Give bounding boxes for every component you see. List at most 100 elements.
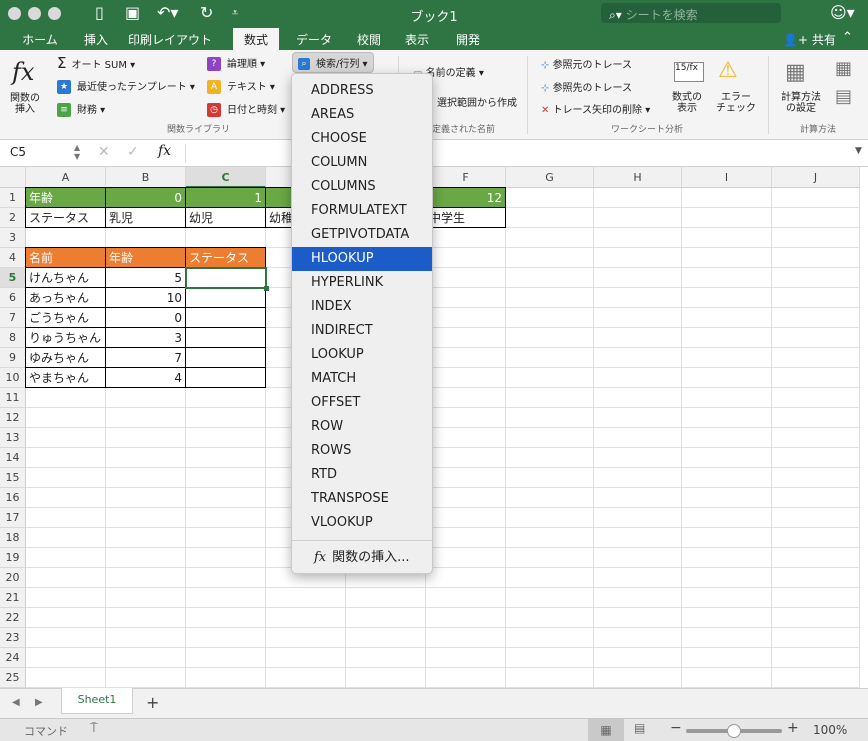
cell-F15[interactable] bbox=[426, 468, 506, 488]
cell-F22[interactable] bbox=[426, 608, 506, 628]
cell-C19[interactable] bbox=[186, 548, 266, 568]
cell-F12[interactable] bbox=[426, 408, 506, 428]
cell-I20[interactable] bbox=[682, 568, 772, 588]
cell-A17[interactable] bbox=[26, 508, 106, 528]
cell-F1[interactable]: 12 bbox=[425, 187, 506, 208]
cell-J13[interactable] bbox=[772, 428, 860, 448]
ribbon-tab-6[interactable]: 表示 bbox=[395, 28, 439, 50]
expand-formula-icon[interactable]: ▼ bbox=[855, 146, 862, 156]
cell-I19[interactable] bbox=[682, 548, 772, 568]
cell-I17[interactable] bbox=[682, 508, 772, 528]
cell-J15[interactable] bbox=[772, 468, 860, 488]
zoom-slider[interactable] bbox=[686, 724, 782, 738]
cell-F13[interactable] bbox=[426, 428, 506, 448]
row-header-2[interactable]: 2 bbox=[0, 208, 26, 228]
cell-H10[interactable] bbox=[594, 368, 682, 388]
cell-B16[interactable] bbox=[106, 488, 186, 508]
cell-C7[interactable] bbox=[185, 307, 266, 328]
cell-F4[interactable] bbox=[426, 248, 506, 268]
cell-J16[interactable] bbox=[772, 488, 860, 508]
cell-J6[interactable] bbox=[772, 288, 860, 308]
cell-B11[interactable] bbox=[106, 388, 186, 408]
cell-G6[interactable] bbox=[506, 288, 594, 308]
zoom-in-button[interactable]: + bbox=[787, 720, 799, 736]
cell-B25[interactable] bbox=[106, 668, 186, 688]
lookup-reference-button[interactable]: ⌕ 検索/行列 ▾ bbox=[292, 52, 374, 73]
cell-F24[interactable] bbox=[426, 648, 506, 668]
cell-I16[interactable] bbox=[682, 488, 772, 508]
cell-H22[interactable] bbox=[594, 608, 682, 628]
menu-item-transpose[interactable]: TRANSPOSE bbox=[292, 487, 432, 511]
cell-I24[interactable] bbox=[682, 648, 772, 668]
calc-options-button[interactable]: 計算方法 の設定 bbox=[781, 92, 821, 114]
row-header-7[interactable]: 7 bbox=[0, 308, 26, 328]
name-box[interactable]: C5 ▲ ▼ bbox=[4, 143, 84, 163]
cell-H11[interactable] bbox=[594, 388, 682, 408]
cell-A1[interactable]: 年齢 bbox=[25, 187, 106, 208]
menu-item-rows[interactable]: ROWS bbox=[292, 439, 432, 463]
remove-arrows-button[interactable]: ✕ トレース矢印の削除 ▾ bbox=[541, 101, 650, 116]
cell-B20[interactable] bbox=[106, 568, 186, 588]
cell-D22[interactable] bbox=[266, 608, 346, 628]
cell-B19[interactable] bbox=[106, 548, 186, 568]
cell-J21[interactable] bbox=[772, 588, 860, 608]
cell-A3[interactable] bbox=[26, 228, 106, 248]
cell-G14[interactable] bbox=[506, 448, 594, 468]
cell-G8[interactable] bbox=[506, 328, 594, 348]
cell-I12[interactable] bbox=[682, 408, 772, 428]
menu-item-index[interactable]: INDEX bbox=[292, 295, 432, 319]
cell-F9[interactable] bbox=[426, 348, 506, 368]
cell-H14[interactable] bbox=[594, 448, 682, 468]
cell-A23[interactable] bbox=[26, 628, 106, 648]
cell-A6[interactable]: あっちゃん bbox=[25, 287, 106, 308]
cell-B4[interactable]: 年齢 bbox=[105, 247, 186, 268]
cell-C23[interactable] bbox=[186, 628, 266, 648]
row-header-23[interactable]: 23 bbox=[0, 628, 26, 648]
cell-J23[interactable] bbox=[772, 628, 860, 648]
cell-C4[interactable]: ステータス bbox=[185, 247, 266, 268]
cell-I15[interactable] bbox=[682, 468, 772, 488]
cell-C20[interactable] bbox=[186, 568, 266, 588]
menu-item-indirect[interactable]: INDIRECT bbox=[292, 319, 432, 343]
cell-J1[interactable] bbox=[772, 188, 860, 208]
menu-item-address[interactable]: ADDRESS bbox=[292, 79, 432, 103]
cell-G20[interactable] bbox=[506, 568, 594, 588]
cell-A15[interactable] bbox=[26, 468, 106, 488]
cell-I11[interactable] bbox=[682, 388, 772, 408]
cell-I13[interactable] bbox=[682, 428, 772, 448]
cell-J8[interactable] bbox=[772, 328, 860, 348]
cell-J14[interactable] bbox=[772, 448, 860, 468]
cell-E25[interactable] bbox=[346, 668, 426, 688]
row-header-25[interactable]: 25 bbox=[0, 668, 26, 688]
recent-functions-button[interactable]: ★ 最近使ったテンプレート ▾ bbox=[57, 78, 195, 94]
ribbon-tab-7[interactable]: 開発 bbox=[446, 28, 490, 50]
cell-C2[interactable]: 幼児 bbox=[185, 207, 266, 228]
cell-B5[interactable]: 5 bbox=[105, 267, 186, 288]
cell-H1[interactable] bbox=[594, 188, 682, 208]
add-sheet-icon[interactable]: + bbox=[146, 693, 159, 712]
cell-E22[interactable] bbox=[346, 608, 426, 628]
row-header-9[interactable]: 9 bbox=[0, 348, 26, 368]
insert-function-button[interactable]: 関数の 挿入 bbox=[10, 93, 40, 115]
cell-C25[interactable] bbox=[186, 668, 266, 688]
cell-H24[interactable] bbox=[594, 648, 682, 668]
cell-H16[interactable] bbox=[594, 488, 682, 508]
cell-C13[interactable] bbox=[186, 428, 266, 448]
cell-C18[interactable] bbox=[186, 528, 266, 548]
cell-A16[interactable] bbox=[26, 488, 106, 508]
cell-I8[interactable] bbox=[682, 328, 772, 348]
cell-J11[interactable] bbox=[772, 388, 860, 408]
create-from-selection-button[interactable]: 選択範囲から作成 bbox=[437, 94, 517, 109]
ribbon-tab-5[interactable]: 校閲 bbox=[346, 28, 392, 50]
cell-B14[interactable] bbox=[106, 448, 186, 468]
show-formulas-button[interactable]: 数式の 表示 bbox=[672, 92, 702, 114]
cell-B21[interactable] bbox=[106, 588, 186, 608]
cell-F10[interactable] bbox=[426, 368, 506, 388]
page-layout-view-icon[interactable]: ▤ bbox=[634, 721, 645, 735]
row-header-21[interactable]: 21 bbox=[0, 588, 26, 608]
trace-precedents-button[interactable]: ⊹ 参照元のトレース bbox=[541, 56, 632, 71]
cell-A19[interactable] bbox=[26, 548, 106, 568]
cell-B17[interactable] bbox=[106, 508, 186, 528]
cell-B2[interactable]: 乳児 bbox=[105, 207, 186, 228]
column-header-A[interactable]: A bbox=[26, 167, 106, 188]
